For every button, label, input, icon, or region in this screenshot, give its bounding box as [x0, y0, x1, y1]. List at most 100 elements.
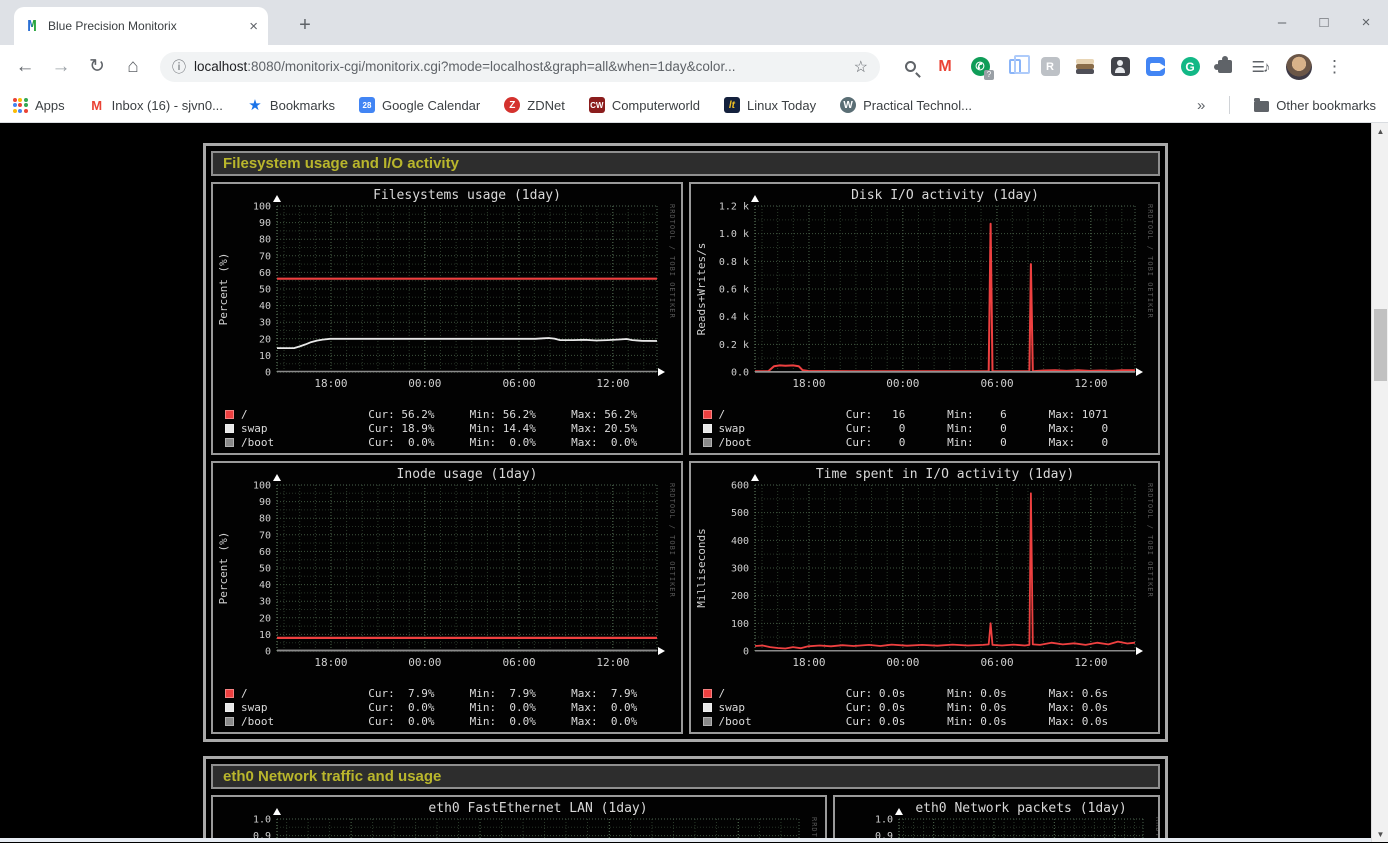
- grammarly-extension-icon[interactable]: G: [1180, 57, 1200, 77]
- scrollbar-up-arrow-icon[interactable]: ▲: [1372, 123, 1388, 139]
- svg-text:400: 400: [730, 536, 748, 547]
- graph-image: Time spent in I/O activity (1day)Millise…: [693, 465, 1155, 679]
- minimize-button[interactable]: –: [1274, 14, 1290, 31]
- letter-r-extension-icon[interactable]: R: [1040, 57, 1060, 77]
- url-text[interactable]: localhost:8080/monitorix-cgi/monitorix.c…: [194, 59, 846, 74]
- legend-swatch: [225, 689, 234, 698]
- bookmark-computerworld[interactable]: CW Computerworld: [589, 97, 700, 113]
- video-camera-extension-icon[interactable]: [1145, 57, 1165, 77]
- legend-value: Max: 7.9%: [571, 687, 672, 700]
- svg-text:0.8 k: 0.8 k: [718, 257, 748, 268]
- legend-value: Max: 0: [1049, 422, 1150, 435]
- svg-text:20: 20: [259, 613, 271, 624]
- svg-text:80: 80: [259, 235, 271, 246]
- chart-disk-io-activity[interactable]: Disk I/O activity (1day) Reads+Writes/s 0.…: [689, 182, 1161, 455]
- svg-text:Disk I/O activity (1day): Disk I/O activity (1day): [851, 188, 1039, 203]
- bookmark-star-icon[interactable]: ☆: [854, 57, 868, 77]
- legend-swatch: [225, 717, 234, 726]
- forward-button[interactable]: →: [46, 52, 76, 82]
- svg-text:RRDTOOL / TOBI OETIKER: RRDTOOL / TOBI OETIKER: [1146, 204, 1154, 319]
- svg-text:200: 200: [730, 591, 748, 602]
- svg-text:eth0 FastEthernet LAN (1day): eth0 FastEthernet LAN (1day): [428, 801, 647, 816]
- book-stack-extension-icon[interactable]: [1075, 57, 1095, 77]
- svg-text:Reads+Writes/s: Reads+Writes/s: [695, 243, 708, 336]
- home-button[interactable]: ⌂: [118, 52, 148, 82]
- bottom-edge-strip: [0, 838, 1371, 842]
- svg-text:0.2 k: 0.2 k: [718, 340, 748, 351]
- legend-value: Max: 20.5%: [571, 422, 672, 435]
- copy-pages-extension-icon[interactable]: [1005, 57, 1025, 77]
- bookmark-bookmarks[interactable]: ★ Bookmarks: [247, 97, 335, 113]
- svg-text:40: 40: [259, 580, 271, 591]
- close-button[interactable]: ×: [1358, 14, 1374, 31]
- legend-row: /Cur: 56.2%Min: 56.2%Max: 56.2%: [225, 407, 673, 421]
- url-host: localhost: [194, 59, 247, 74]
- legend-series-name: /boot: [719, 715, 846, 728]
- chart-eth0-packets[interactable]: eth0 Network packets (1day)Packets/s0.00…: [833, 795, 1160, 842]
- bookmarks-overflow-chevron[interactable]: »: [1197, 97, 1205, 114]
- menu-kebab-icon[interactable]: ⋮: [1326, 57, 1343, 77]
- profile-avatar[interactable]: [1286, 54, 1312, 80]
- legend-value: Min: 0.0s: [947, 715, 1048, 728]
- svg-text:eth0 Network packets (1day): eth0 Network packets (1day): [915, 801, 1126, 816]
- legend-value: Min: 56.2%: [470, 408, 571, 421]
- search-extension-icon[interactable]: [900, 57, 920, 77]
- legend-value: Cur: 0: [846, 436, 947, 449]
- svg-text:1.2 k: 1.2 k: [718, 202, 748, 213]
- back-button[interactable]: ←: [10, 52, 40, 82]
- playlist-icon[interactable]: ☰♪: [1250, 57, 1270, 77]
- other-bookmarks[interactable]: Other bookmarks: [1254, 98, 1376, 113]
- svg-text:80: 80: [259, 514, 271, 525]
- bookmark-linux-today[interactable]: lt Linux Today: [724, 97, 816, 113]
- legend-value: Max: 0.0s: [1049, 715, 1150, 728]
- tab-strip: M Blue Precision Monitorix × + – □ ×: [0, 0, 1388, 45]
- graph-legend: /Cur: 0.0sMin: 0.0sMax: 0.6sswapCur: 0.0…: [703, 686, 1151, 728]
- svg-text:18:00: 18:00: [792, 377, 825, 390]
- maximize-button[interactable]: □: [1316, 14, 1332, 31]
- legend-value: Max: 56.2%: [571, 408, 672, 421]
- scrollbar-down-arrow-icon[interactable]: ▼: [1372, 826, 1388, 842]
- svg-text:00:00: 00:00: [886, 656, 919, 669]
- chart-eth0-lan[interactable]: eth0 FastEthernet LAN (1day)Bytes/s0.00.…: [211, 795, 827, 842]
- question-badge: ?: [984, 70, 994, 80]
- legend-value: Cur: 0.0%: [368, 436, 469, 449]
- chart-inode-usage[interactable]: Inode usage (1day)Percent (%)01020304050…: [211, 461, 683, 734]
- site-info-icon[interactable]: ⓘ: [172, 57, 186, 77]
- legend-value: Cur: 16: [846, 408, 947, 421]
- zdnet-icon: Z: [504, 97, 520, 113]
- new-tab-button[interactable]: +: [292, 12, 318, 38]
- computerworld-icon: CW: [589, 97, 605, 113]
- reload-button[interactable]: ↻: [82, 52, 112, 82]
- voice-extension-icon[interactable]: ✆ ?: [970, 57, 990, 77]
- legend-row: /bootCur: 0.0%Min: 0.0%Max: 0.0%: [225, 435, 673, 449]
- address-bar[interactable]: ⓘ localhost:8080/monitorix-cgi/monitorix…: [160, 52, 880, 82]
- page-scrollbar[interactable]: ▲ ▼: [1371, 123, 1388, 842]
- tab-close-icon[interactable]: ×: [249, 18, 258, 35]
- chart-filesystems-usage[interactable]: Filesystems usage (1day)Percent (%)01020…: [211, 182, 683, 455]
- legend-value: Min: 0: [947, 422, 1048, 435]
- scrollbar-thumb[interactable]: [1374, 309, 1387, 381]
- chart-time-spent-io[interactable]: Time spent in I/O activity (1day)Millise…: [689, 461, 1161, 734]
- legend-row: swapCur: 0Min: 0Max: 0: [703, 421, 1151, 435]
- bookmark-apps[interactable]: Apps: [12, 97, 65, 113]
- blue-star-icon: ★: [247, 97, 263, 113]
- linux-today-icon: lt: [724, 97, 740, 113]
- graph-legend: /Cur: 7.9%Min: 7.9%Max: 7.9%swapCur: 0.0…: [225, 686, 673, 728]
- bookmark-zdnet[interactable]: Z ZDNet: [504, 97, 565, 113]
- calendar-icon: 28: [359, 97, 375, 113]
- svg-text:50: 50: [259, 285, 271, 296]
- bookmark-practical-technology[interactable]: W Practical Technol...: [840, 97, 972, 113]
- puzzle-extensions-icon[interactable]: [1215, 57, 1235, 77]
- svg-text:12:00: 12:00: [596, 377, 629, 390]
- gmail-extension-icon[interactable]: M: [935, 57, 955, 77]
- legend-swatch: [703, 424, 712, 433]
- browser-tab[interactable]: M Blue Precision Monitorix ×: [14, 7, 268, 45]
- tab-title: Blue Precision Monitorix: [48, 19, 241, 33]
- bookmark-inbox[interactable]: M Inbox (16) - sjvn0...: [89, 97, 223, 113]
- bookmark-google-calendar[interactable]: 28 Google Calendar: [359, 97, 480, 113]
- person-badge-extension-icon[interactable]: [1110, 57, 1130, 77]
- legend-value: Cur: 0.0s: [846, 701, 947, 714]
- legend-swatch: [703, 438, 712, 447]
- graph-legend: /Cur: 56.2%Min: 56.2%Max: 56.2%swapCur: …: [225, 407, 673, 449]
- legend-swatch: [225, 703, 234, 712]
